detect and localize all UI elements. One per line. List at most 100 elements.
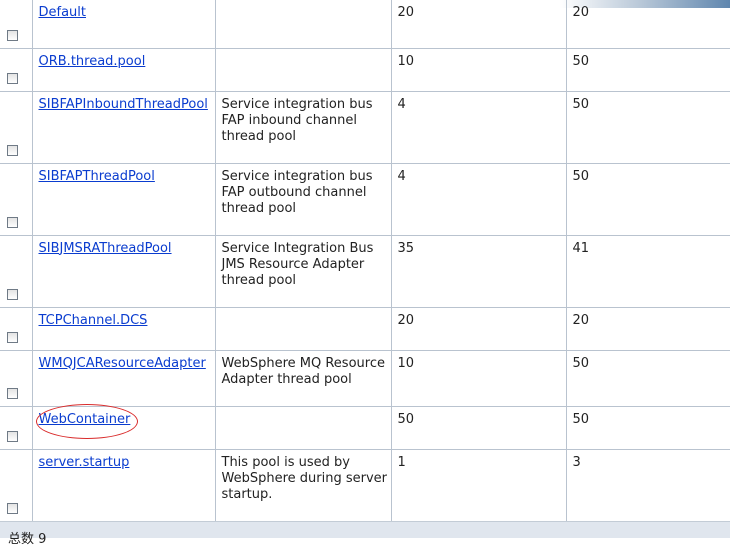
min-size-cell: 4	[391, 91, 567, 164]
name-cell: WebContainer	[32, 406, 216, 450]
name-cell: SIBJMSRAThreadPool	[32, 235, 216, 308]
thread-pool-link[interactable]: server.startup	[39, 450, 213, 471]
row-checkbox[interactable]	[7, 430, 18, 442]
description-text	[222, 308, 389, 313]
name-cell: SIBFAPThreadPool	[32, 163, 216, 236]
min-size-value: 35	[397, 240, 415, 256]
max-size-value: 41	[572, 240, 590, 256]
description-text: Service integration bus FAP inbound chan…	[221, 96, 373, 144]
description-cell: Service Integration Bus JMS Resource Ada…	[215, 235, 392, 308]
table-row: SIBJMSRAThreadPool Service Integration B…	[0, 235, 730, 308]
max-size-cell: 50	[566, 163, 730, 236]
thread-pool-link[interactable]: Default	[39, 0, 213, 21]
min-size-cell: 10	[391, 48, 567, 92]
min-size-value: 20	[397, 5, 415, 20]
description-cell	[215, 307, 392, 351]
description-text	[222, 0, 389, 5]
thread-pool-table: Default 20 20 ORB.thread.pool 10 50 SIBF…	[0, 0, 730, 522]
description-text	[222, 407, 389, 412]
select-cell	[0, 0, 33, 49]
max-size-cell: 50	[566, 406, 730, 450]
min-size-value: 50	[397, 411, 415, 427]
table-row: WebContainer 50 50	[0, 406, 730, 450]
table-row: WMQJCAResourceAdapter WebSphere MQ Resou…	[0, 350, 730, 407]
min-size-cell: 50	[391, 406, 567, 450]
min-size-cell: 10	[391, 350, 567, 407]
description-text: WebSphere MQ Resource Adapter thread poo…	[221, 355, 385, 387]
min-size-cell: 4	[391, 163, 567, 236]
max-size-cell: 20	[566, 307, 730, 351]
description-cell: This pool is used by WebSphere during se…	[215, 449, 392, 522]
min-size-cell: 35	[391, 235, 567, 308]
table-footer: 总数 9	[0, 521, 730, 547]
max-size-cell: 41	[566, 235, 730, 308]
table-row: SIBFAPInboundThreadPool Service integrat…	[0, 91, 730, 164]
description-cell	[215, 406, 392, 450]
row-checkbox[interactable]	[7, 216, 18, 228]
description-text: This pool is used by WebSphere during se…	[221, 454, 388, 502]
table-row: ORB.thread.pool 10 50	[0, 48, 730, 92]
select-cell	[0, 48, 33, 92]
description-cell: Service integration bus FAP outbound cha…	[215, 163, 392, 236]
name-cell: ORB.thread.pool	[32, 48, 216, 92]
description-cell: Service integration bus FAP inbound chan…	[215, 91, 392, 164]
max-size-value: 20	[572, 5, 590, 20]
row-checkbox[interactable]	[7, 72, 18, 84]
table-row: Default 20 20	[0, 0, 730, 49]
max-size-value: 50	[572, 355, 590, 371]
row-checkbox[interactable]	[7, 331, 18, 343]
max-size-cell: 20	[566, 0, 730, 49]
thread-pool-link[interactable]: ORB.thread.pool	[39, 49, 213, 70]
row-checkbox[interactable]	[7, 502, 18, 514]
name-cell: Default	[32, 0, 216, 49]
name-cell: WMQJCAResourceAdapter	[32, 350, 216, 407]
select-cell	[0, 163, 33, 236]
max-size-cell: 50	[566, 350, 730, 407]
max-size-cell: 50	[566, 91, 730, 164]
min-size-value: 1	[397, 454, 406, 470]
total-count: 总数 9	[8, 532, 47, 547]
select-cell	[0, 307, 33, 351]
row-checkbox[interactable]	[7, 288, 18, 300]
min-size-value: 10	[397, 355, 415, 371]
select-cell	[0, 91, 33, 164]
thread-pool-link[interactable]: SIBJMSRAThreadPool	[39, 236, 213, 257]
name-cell: TCPChannel.DCS	[32, 307, 216, 351]
select-cell	[0, 449, 33, 522]
table-row: SIBFAPThreadPool Service integration bus…	[0, 163, 730, 236]
description-cell: WebSphere MQ Resource Adapter thread poo…	[215, 350, 392, 407]
min-size-value: 4	[397, 96, 406, 112]
max-size-value: 20	[572, 312, 590, 328]
min-size-value: 4	[397, 168, 406, 184]
thread-pool-link[interactable]: WMQJCAResourceAdapter	[39, 351, 213, 372]
row-checkbox[interactable]	[7, 29, 18, 41]
max-size-value: 50	[572, 53, 590, 69]
max-size-value: 50	[572, 411, 590, 427]
max-size-value: 50	[572, 96, 590, 112]
thread-pool-link[interactable]: SIBFAPThreadPool	[39, 164, 213, 185]
min-size-cell: 20	[391, 0, 567, 49]
thread-pool-link[interactable]: WebContainer	[39, 407, 213, 428]
row-checkbox[interactable]	[7, 144, 18, 156]
description-text	[222, 49, 389, 54]
max-size-value: 3	[572, 454, 581, 470]
row-checkbox[interactable]	[7, 387, 18, 399]
table-row: server.startup This pool is used by WebS…	[0, 449, 730, 522]
thread-pool-link[interactable]: TCPChannel.DCS	[39, 308, 213, 329]
name-cell: server.startup	[32, 449, 216, 522]
description-cell	[215, 48, 392, 92]
select-cell	[0, 406, 33, 450]
select-cell	[0, 350, 33, 407]
description-cell	[215, 0, 392, 49]
select-cell	[0, 235, 33, 308]
max-size-cell: 50	[566, 48, 730, 92]
thread-pool-link[interactable]: SIBFAPInboundThreadPool	[39, 92, 213, 113]
max-size-cell: 3	[566, 449, 730, 522]
max-size-value: 50	[572, 168, 590, 184]
table-row: TCPChannel.DCS 20 20	[0, 307, 730, 351]
min-size-cell: 1	[391, 449, 567, 522]
description-text: Service Integration Bus JMS Resource Ada…	[221, 240, 374, 288]
min-size-value: 20	[397, 312, 415, 328]
min-size-cell: 20	[391, 307, 567, 351]
name-cell: SIBFAPInboundThreadPool	[32, 91, 216, 164]
